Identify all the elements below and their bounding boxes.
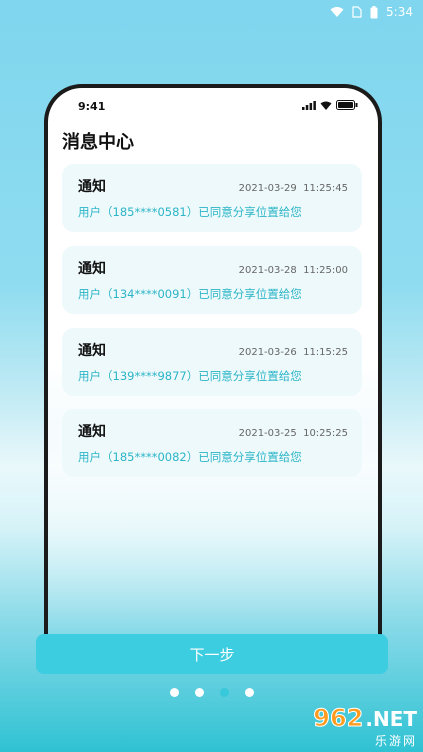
notification-message: 用户（134****0091）已同意分享位置给您 xyxy=(78,287,302,301)
battery-icon xyxy=(370,5,378,19)
notification-time: 2021-03-29 11:25:45 xyxy=(238,183,348,194)
page-dot[interactable] xyxy=(244,688,254,697)
wifi-icon xyxy=(330,6,344,18)
watermark-number: 962 xyxy=(313,704,364,733)
notification-card[interactable]: 通知 2021-03-25 10:25:25 用户（185****0082）已同… xyxy=(62,409,362,477)
notification-message: 用户（139****9877）已同意分享位置给您 xyxy=(78,369,302,383)
notification-message: 用户（185****0082）已同意分享位置给您 xyxy=(78,450,302,464)
page-dot[interactable] xyxy=(194,688,204,697)
system-status-bar: 5:34 xyxy=(0,0,423,24)
page-title: 消息中心 xyxy=(62,132,134,153)
signal-icon xyxy=(302,100,316,113)
notification-message: 用户（185****0581）已同意分享位置给您 xyxy=(78,205,302,219)
watermark-domain: .NET xyxy=(365,707,417,731)
notification-card[interactable]: 通知 2021-03-26 11:15:25 用户（139****9877）已同… xyxy=(62,328,362,396)
notification-title: 通知 xyxy=(78,424,106,440)
watermark-site-name: 乐游网 xyxy=(374,734,417,748)
phone-clock: 9:41 xyxy=(78,99,106,113)
sim-icon xyxy=(352,6,362,18)
site-watermark: 962 .NET 乐游网 xyxy=(289,704,417,749)
system-clock: 5:34 xyxy=(386,5,413,19)
notification-title: 通知 xyxy=(78,261,106,277)
phone-mockup: 9:41 消息中心 通知 2021-03-29 11:25:45 用户（185*… xyxy=(44,84,382,644)
notification-title: 通知 xyxy=(78,343,106,359)
notification-time: 2021-03-25 10:25:25 xyxy=(238,428,348,439)
page-dot-active[interactable] xyxy=(219,688,229,697)
notification-title: 通知 xyxy=(78,179,106,195)
wifi-icon xyxy=(320,100,332,113)
notification-card[interactable]: 通知 2021-03-28 11:25:00 用户（134****0091）已同… xyxy=(62,246,362,314)
page-dot[interactable] xyxy=(169,688,179,697)
page-indicator xyxy=(0,688,423,697)
notification-card[interactable]: 通知 2021-03-29 11:25:45 用户（185****0581）已同… xyxy=(62,164,362,232)
notification-time: 2021-03-28 11:25:00 xyxy=(238,265,348,276)
battery-icon xyxy=(336,99,358,113)
notification-time: 2021-03-26 11:15:25 xyxy=(238,347,348,358)
phone-status-bar: 9:41 xyxy=(78,98,358,114)
next-step-button[interactable]: 下一步 xyxy=(36,634,388,674)
